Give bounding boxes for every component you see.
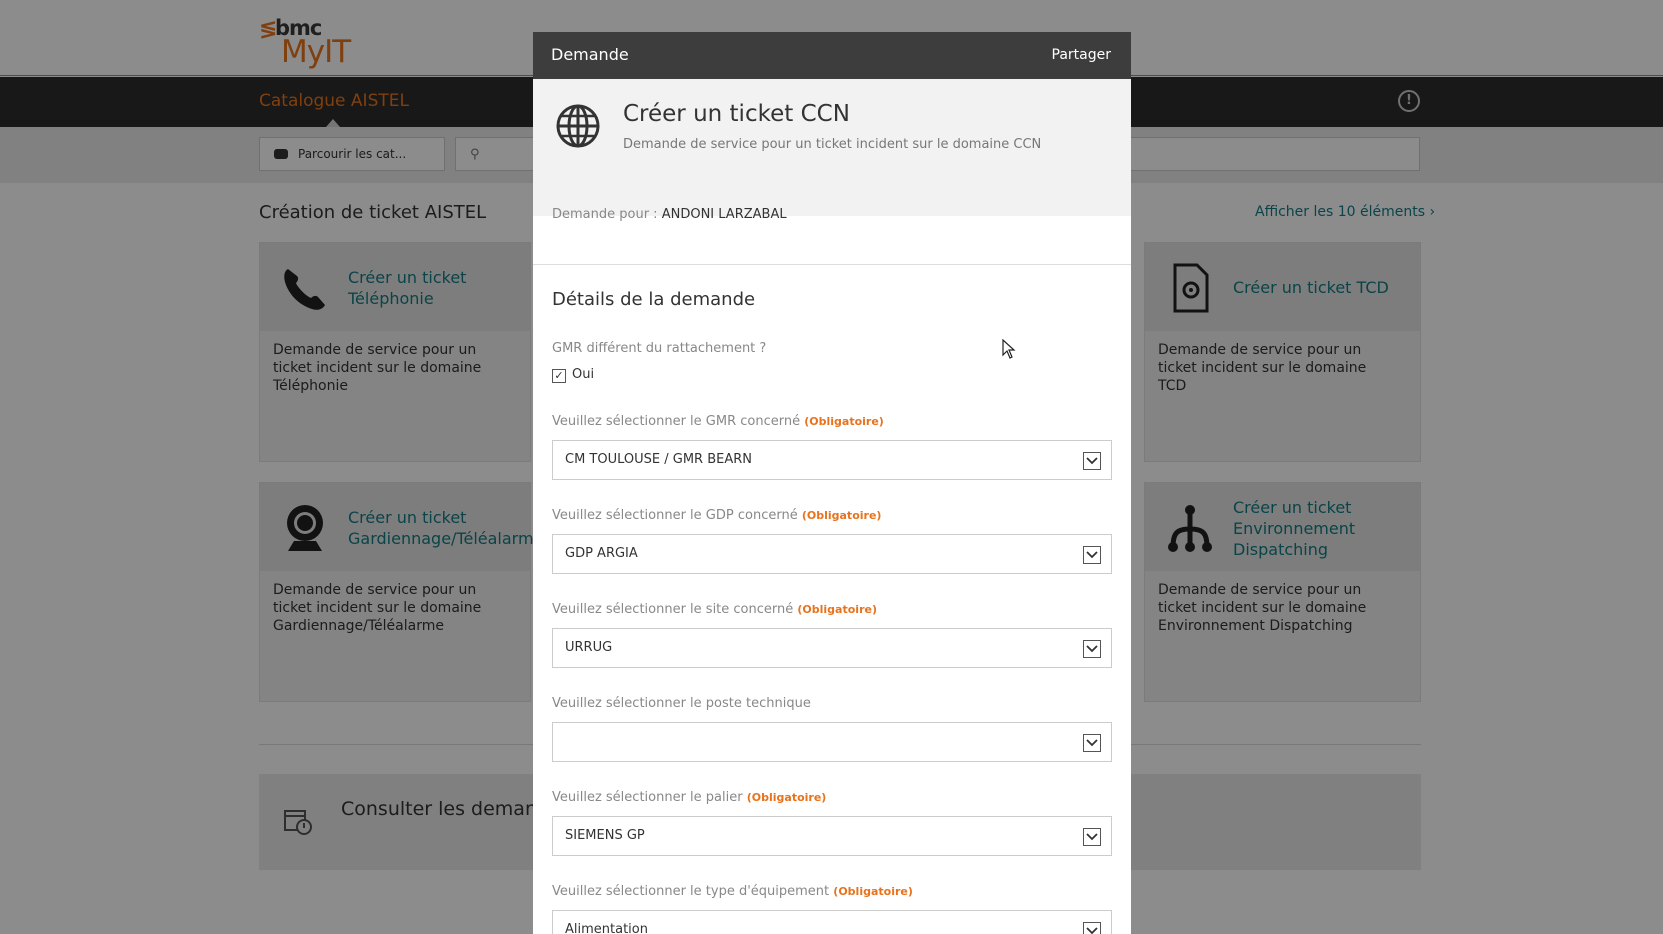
mouse-cursor-icon (1002, 339, 1016, 359)
gmr-checkbox-label[interactable]: Oui (572, 367, 594, 382)
gdp-field-label: Veuillez sélectionner le GDP concerné (O… (552, 508, 881, 523)
select-value: CM TOULOUSE / GMR BEARN (565, 452, 752, 467)
request-for: Demande pour : ANDONI LARZABAL (552, 207, 787, 222)
poste-field-label: Veuillez sélectionner le poste technique (552, 696, 811, 711)
select-value: Alimentation (565, 922, 648, 934)
required-tag: (Obligatoire) (804, 415, 884, 428)
modal-header: Demande Partager (533, 32, 1131, 79)
gmr-field-label: Veuillez sélectionner le GMR concerné (O… (552, 414, 884, 429)
select-value: SIEMENS GP (565, 828, 645, 843)
gmr-checkbox[interactable]: ✓ (552, 369, 566, 383)
chevron-down-icon[interactable] (1083, 640, 1101, 658)
service-description: Demande de service pour un ticket incide… (623, 137, 1042, 152)
share-button[interactable]: Partager (1052, 47, 1111, 63)
palier-field-label: Veuillez sélectionner le palier (Obligat… (552, 790, 826, 805)
required-tag: (Obligatoire) (833, 885, 913, 898)
site-select[interactable]: URRUG (552, 628, 1112, 668)
field-label-text: Veuillez sélectionner le site concerné (552, 602, 794, 617)
palier-select[interactable]: SIEMENS GP (552, 816, 1112, 856)
equipment-select[interactable]: Alimentation (552, 910, 1112, 934)
field-label-text: Veuillez sélectionner le GMR concerné (552, 414, 801, 429)
gmr-select[interactable]: CM TOULOUSE / GMR BEARN (552, 440, 1112, 480)
field-label-text: Veuillez sélectionner le poste technique (552, 696, 811, 711)
site-field-label: Veuillez sélectionner le site concerné (… (552, 602, 877, 617)
select-value: URRUG (565, 640, 613, 655)
gdp-select[interactable]: GDP ARGIA (552, 534, 1112, 574)
field-label-text: Veuillez sélectionner le type d'équipeme… (552, 884, 830, 899)
chevron-down-icon[interactable] (1083, 734, 1101, 752)
modal-title: Demande (551, 45, 629, 64)
required-tag: (Obligatoire) (746, 791, 827, 804)
service-header: Créer un ticket CCN Demande de service p… (533, 79, 1131, 216)
chevron-down-icon[interactable] (1083, 922, 1101, 934)
select-value: GDP ARGIA (565, 546, 638, 561)
request-for-label: Demande pour : (552, 207, 662, 222)
request-modal: Demande Partager Créer un ticket CCN Dem… (533, 32, 1131, 934)
equipment-field-label: Veuillez sélectionner le type d'équipeme… (552, 884, 913, 899)
chevron-down-icon[interactable] (1083, 546, 1101, 564)
modal-divider (533, 264, 1131, 265)
required-tag: (Obligatoire) (797, 603, 877, 616)
service-title: Créer un ticket CCN (623, 101, 850, 127)
required-tag: (Obligatoire) (801, 509, 882, 522)
gmr-question-label: GMR différent du rattachement ? (552, 341, 767, 356)
request-for-value[interactable]: ANDONI LARZABAL (662, 207, 787, 222)
field-label-text: Veuillez sélectionner le GDP concerné (552, 508, 798, 523)
field-label-text: Veuillez sélectionner le palier (552, 790, 743, 805)
chevron-down-icon[interactable] (1083, 452, 1101, 470)
chevron-down-icon[interactable] (1083, 828, 1101, 846)
poste-select[interactable] (552, 722, 1112, 762)
globe-icon (556, 104, 600, 148)
details-title: Détails de la demande (552, 289, 756, 310)
